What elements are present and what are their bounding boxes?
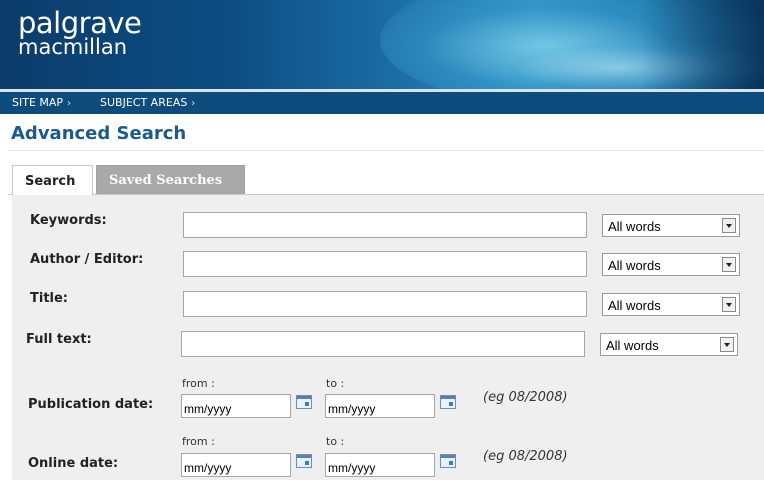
publication-from-placeholder: mm/yyyy: [184, 402, 232, 416]
keywords-input[interactable]: [183, 212, 587, 238]
title-match-value: All words: [608, 298, 661, 313]
nav-subject-areas[interactable]: SUBJECT AREAS ›: [100, 96, 195, 109]
nav-chevron-icon: ›: [191, 98, 196, 109]
title-match-select[interactable]: All words: [602, 293, 740, 316]
author-editor-label: Author / Editor:: [30, 252, 144, 267]
logo-line2: macmillan: [18, 35, 128, 59]
online-date-label: Online date:: [28, 456, 119, 471]
dropdown-arrow-icon[interactable]: [722, 297, 736, 312]
palgrave-logo[interactable]: palgrave macmillan: [18, 6, 142, 59]
publication-from-label: from :: [182, 377, 215, 390]
nav-subject-areas-label: SUBJECT AREAS: [100, 96, 188, 109]
header-banner: palgrave macmillan: [0, 0, 764, 89]
online-to-label: to :: [326, 435, 345, 448]
author-editor-match-value: All words: [608, 258, 661, 273]
calendar-icon[interactable]: [440, 395, 456, 409]
nav-chevron-icon: ›: [67, 98, 72, 109]
online-from-label: from :: [182, 435, 215, 448]
search-form-panel: Keywords: All words Author / Editor: All…: [12, 195, 764, 480]
full-text-label: Full text:: [26, 332, 92, 347]
publication-to-input[interactable]: mm/yyyy: [325, 394, 435, 418]
online-from-placeholder: mm/yyyy: [184, 461, 232, 475]
calendar-icon[interactable]: [296, 395, 312, 409]
online-date-example: (eg 08/2008): [483, 449, 568, 464]
publication-date-example: (eg 08/2008): [483, 390, 568, 405]
full-text-match-select[interactable]: All words: [600, 333, 738, 356]
calendar-icon[interactable]: [440, 454, 456, 468]
tab-saved-searches-label: Saved Searches: [109, 173, 223, 188]
tab-search-label: Search: [25, 174, 76, 189]
full-text-input[interactable]: [181, 331, 585, 357]
online-to-input[interactable]: mm/yyyy: [325, 453, 435, 477]
dropdown-arrow-icon[interactable]: [722, 257, 736, 272]
publication-from-input[interactable]: mm/yyyy: [181, 394, 291, 418]
title-input[interactable]: [183, 291, 587, 317]
publication-to-label: to :: [326, 377, 345, 390]
author-editor-input[interactable]: [183, 251, 587, 277]
author-editor-match-select[interactable]: All words: [602, 253, 740, 276]
publication-date-label: Publication date:: [28, 397, 154, 412]
nav-site-map-label: SITE MAP: [12, 96, 64, 109]
publication-to-placeholder: mm/yyyy: [328, 402, 376, 416]
title-divider: [8, 150, 764, 151]
online-to-placeholder: mm/yyyy: [328, 461, 376, 475]
dropdown-arrow-icon[interactable]: [720, 337, 734, 352]
keywords-match-select[interactable]: All words: [602, 214, 740, 237]
tab-search[interactable]: Search: [12, 165, 93, 195]
logo-line1: palgrave: [18, 6, 142, 40]
full-text-match-value: All words: [606, 338, 659, 353]
banner-shade: [640, 0, 764, 89]
keywords-match-value: All words: [608, 219, 661, 234]
nav-site-map[interactable]: SITE MAP ›: [12, 96, 71, 109]
top-nav: SITE MAP › SUBJECT AREAS ›: [0, 92, 764, 114]
calendar-icon[interactable]: [296, 454, 312, 468]
online-from-input[interactable]: mm/yyyy: [181, 453, 291, 477]
tab-saved-searches[interactable]: Saved Searches: [96, 165, 245, 195]
title-label: Title:: [30, 291, 69, 306]
dropdown-arrow-icon[interactable]: [722, 218, 736, 233]
page-title: Advanced Search: [11, 123, 187, 144]
keywords-label: Keywords:: [30, 213, 107, 228]
